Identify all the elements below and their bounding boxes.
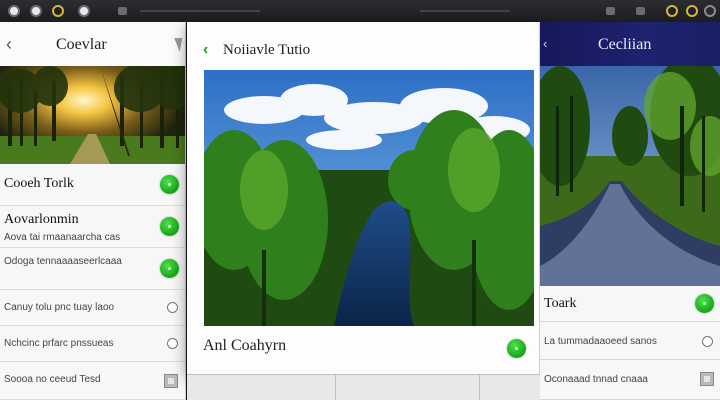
window-control-icon[interactable] (666, 5, 678, 17)
green-action-button[interactable] (160, 259, 179, 278)
center-panel-title: Noiiavle Tutio (223, 42, 311, 58)
square-toggle-button[interactable] (164, 374, 178, 388)
list-item-subtitle: Oconaaad tnnad cnaaa (544, 374, 648, 385)
list-item-title: Cooeh Torlk (4, 176, 74, 191)
forest-path-illustration (540, 66, 720, 286)
window-control-icon[interactable] (30, 5, 42, 17)
back-chevron-icon[interactable]: ‹ (6, 34, 12, 55)
left-panel-title: Coevlar (56, 36, 107, 53)
bottom-bar-divider (335, 375, 336, 400)
list-item[interactable]: Oconaaad tnnad cnaaa (540, 360, 720, 400)
toolbar-square-icon[interactable] (118, 7, 127, 15)
forest-lake-image (204, 70, 534, 326)
green-action-button[interactable] (160, 217, 179, 236)
toolbar-divider (140, 10, 260, 12)
window-titlebar (0, 0, 720, 22)
list-item-subtitle: La tummadaaoeed sanos (544, 336, 657, 347)
bookmark-icon[interactable] (171, 38, 183, 52)
list-item[interactable]: Nchcinc prfarc pnssueas (0, 326, 185, 362)
green-action-button[interactable] (507, 339, 526, 358)
list-item[interactable]: Soooa no ceeud Tesd (0, 362, 185, 400)
bottom-bar-divider (479, 375, 480, 400)
list-item-subtitle: Soooa no ceeud Tesd (4, 374, 101, 385)
list-item[interactable]: Odoga tennaaaaseerlcaaa (0, 248, 185, 290)
forest-path-image (540, 66, 720, 286)
radio-button[interactable] (167, 302, 178, 313)
list-item[interactable]: Aovarlonmin Aova tai rmaanaarcha cas (0, 206, 185, 248)
list-item-title: Aovarlonmin (4, 212, 79, 227)
list-item[interactable]: Canuy tolu pnc tuay laoo (0, 290, 185, 326)
window-control-icon[interactable] (686, 5, 698, 17)
radio-button[interactable] (702, 336, 713, 347)
toolbar-square-icon[interactable] (636, 7, 645, 15)
toolbar-divider (420, 10, 510, 12)
right-panel-title: Cecliian (598, 36, 652, 53)
chevron-left-icon[interactable]: ‹ (543, 36, 547, 51)
back-chevron-icon[interactable]: ‹ (203, 41, 208, 59)
forest-lake-illustration (204, 70, 534, 326)
right-panel: ‹ Cecliian Toark La tummadaaoeed sanos O… (540, 22, 720, 400)
square-toggle-button[interactable] (700, 372, 714, 386)
list-item-subtitle: Aova tai rmaanaarcha cas (4, 232, 121, 243)
list-item-subtitle: Nchcinc prfarc pnssueas (4, 338, 114, 349)
window-control-icon[interactable] (52, 5, 64, 17)
green-action-button[interactable] (160, 175, 179, 194)
window-control-icon[interactable] (704, 5, 716, 17)
center-panel: ‹ Noiiavle Tutio Anl Coahyrn (187, 22, 540, 374)
center-panel-footer-text: Anl Coahyrn (203, 337, 287, 354)
left-panel-header: ‹ Coevlar (0, 22, 185, 66)
green-action-button[interactable] (695, 294, 714, 313)
list-item-title: Toark (544, 296, 577, 311)
window-control-icon[interactable] (8, 5, 20, 17)
radio-button[interactable] (167, 338, 178, 349)
forest-sunset-illustration (0, 66, 185, 164)
forest-sunset-image (0, 66, 185, 164)
window-control-icon[interactable] (78, 5, 90, 17)
list-item-subtitle: Canuy tolu pnc tuay laoo (4, 302, 115, 313)
center-panel-bottom-bar (187, 374, 540, 400)
right-panel-header: ‹ Cecliian (540, 22, 720, 66)
list-item[interactable]: Cooeh Torlk (0, 164, 185, 206)
left-panel: ‹ Coevlar Cooeh Torlk Aovarlonmin Aova t… (0, 22, 186, 400)
list-item[interactable]: Toark (540, 286, 720, 322)
list-item[interactable]: La tummadaaoeed sanos (540, 322, 720, 360)
list-item-subtitle: Odoga tennaaaaseerlcaaa (4, 256, 122, 267)
toolbar-square-icon[interactable] (606, 7, 615, 15)
